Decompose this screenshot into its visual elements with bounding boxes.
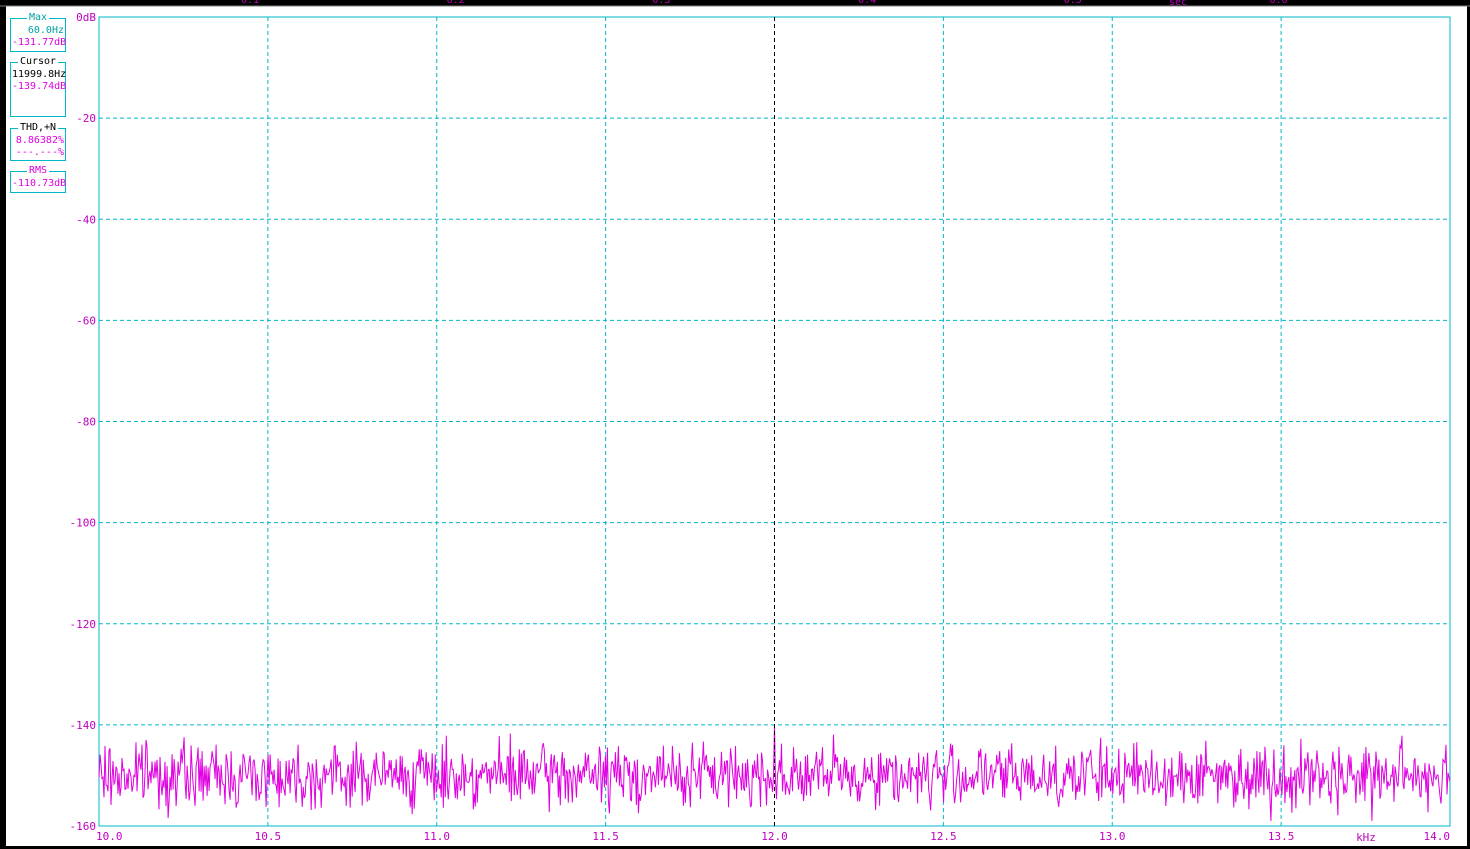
x-tick-label: 12.0 <box>761 830 788 843</box>
time-tick-label: 0.6 <box>1269 0 1287 6</box>
x-tick-label: 11.0 <box>424 830 451 843</box>
y-tick-label: -80 <box>76 416 96 429</box>
x-axis-label: kHz <box>1356 831 1376 844</box>
y-tick-label: -40 <box>76 213 96 226</box>
x-tick-label: 10.0 <box>96 830 123 843</box>
x-tick-label: 14.0 <box>1424 830 1451 843</box>
y-tick-label: -20 <box>76 112 96 125</box>
x-tick-label: 10.5 <box>255 830 282 843</box>
y-tick-label: -140 <box>70 719 97 732</box>
time-axis-unit: sec <box>1169 0 1187 8</box>
time-tick-label: 0.3 <box>652 0 670 6</box>
y-tick-label: -60 <box>76 314 96 327</box>
x-tick-label: 13.5 <box>1268 830 1295 843</box>
time-tick-label: 0.2 <box>447 0 465 6</box>
x-tick-label: 12.5 <box>930 830 957 843</box>
x-tick-label: 13.0 <box>1099 830 1126 843</box>
time-tick-label: 0.4 <box>858 0 876 6</box>
time-tick-label: 0.5 <box>1064 0 1082 6</box>
x-tick-label: 11.5 <box>592 830 619 843</box>
y-tick-label: -160 <box>70 820 97 833</box>
spectrum-chart[interactable]: 0.1 0.2 0.3 0.4 0.5 0.6 sec 0dB -20 -40 -60 -80 -100… <box>0 0 1470 849</box>
time-tick-label: 0.1 <box>241 0 259 6</box>
y-tick-label: -120 <box>70 618 97 631</box>
y-tick-label: 0dB <box>76 11 96 24</box>
y-tick-label: -100 <box>70 517 97 530</box>
